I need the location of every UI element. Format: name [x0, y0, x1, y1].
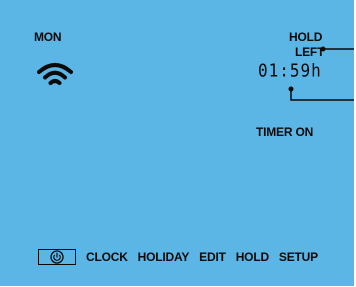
time-left-unit: h [311, 60, 322, 81]
menu-item-edit[interactable]: EDIT [199, 250, 226, 264]
wifi-icon [37, 63, 73, 85]
page: MON HOLD LEFT 01:59h TIMER ON CLOCK HOLI… [0, 0, 356, 287]
menu-item-hold[interactable]: HOLD [236, 250, 269, 264]
timer-status: TIMER ON [256, 125, 314, 139]
bottom-menu: CLOCK HOLIDAY EDIT HOLD SETUP [38, 247, 318, 267]
menu-item-setup[interactable]: SETUP [279, 250, 318, 264]
time-left-readout: 01:59h [258, 60, 322, 81]
left-label: LEFT [295, 45, 325, 59]
day-label: MON [34, 30, 62, 44]
thermostat-display: MON HOLD LEFT 01:59h TIMER ON CLOCK HOLI… [0, 0, 354, 286]
hold-mode-label: HOLD [289, 30, 323, 44]
power-button[interactable] [38, 249, 76, 265]
menu-item-clock[interactable]: CLOCK [86, 250, 128, 264]
time-left-value: 01:59 [258, 60, 312, 81]
menu-item-holiday[interactable]: HOLIDAY [138, 250, 190, 264]
power-icon [50, 250, 64, 264]
